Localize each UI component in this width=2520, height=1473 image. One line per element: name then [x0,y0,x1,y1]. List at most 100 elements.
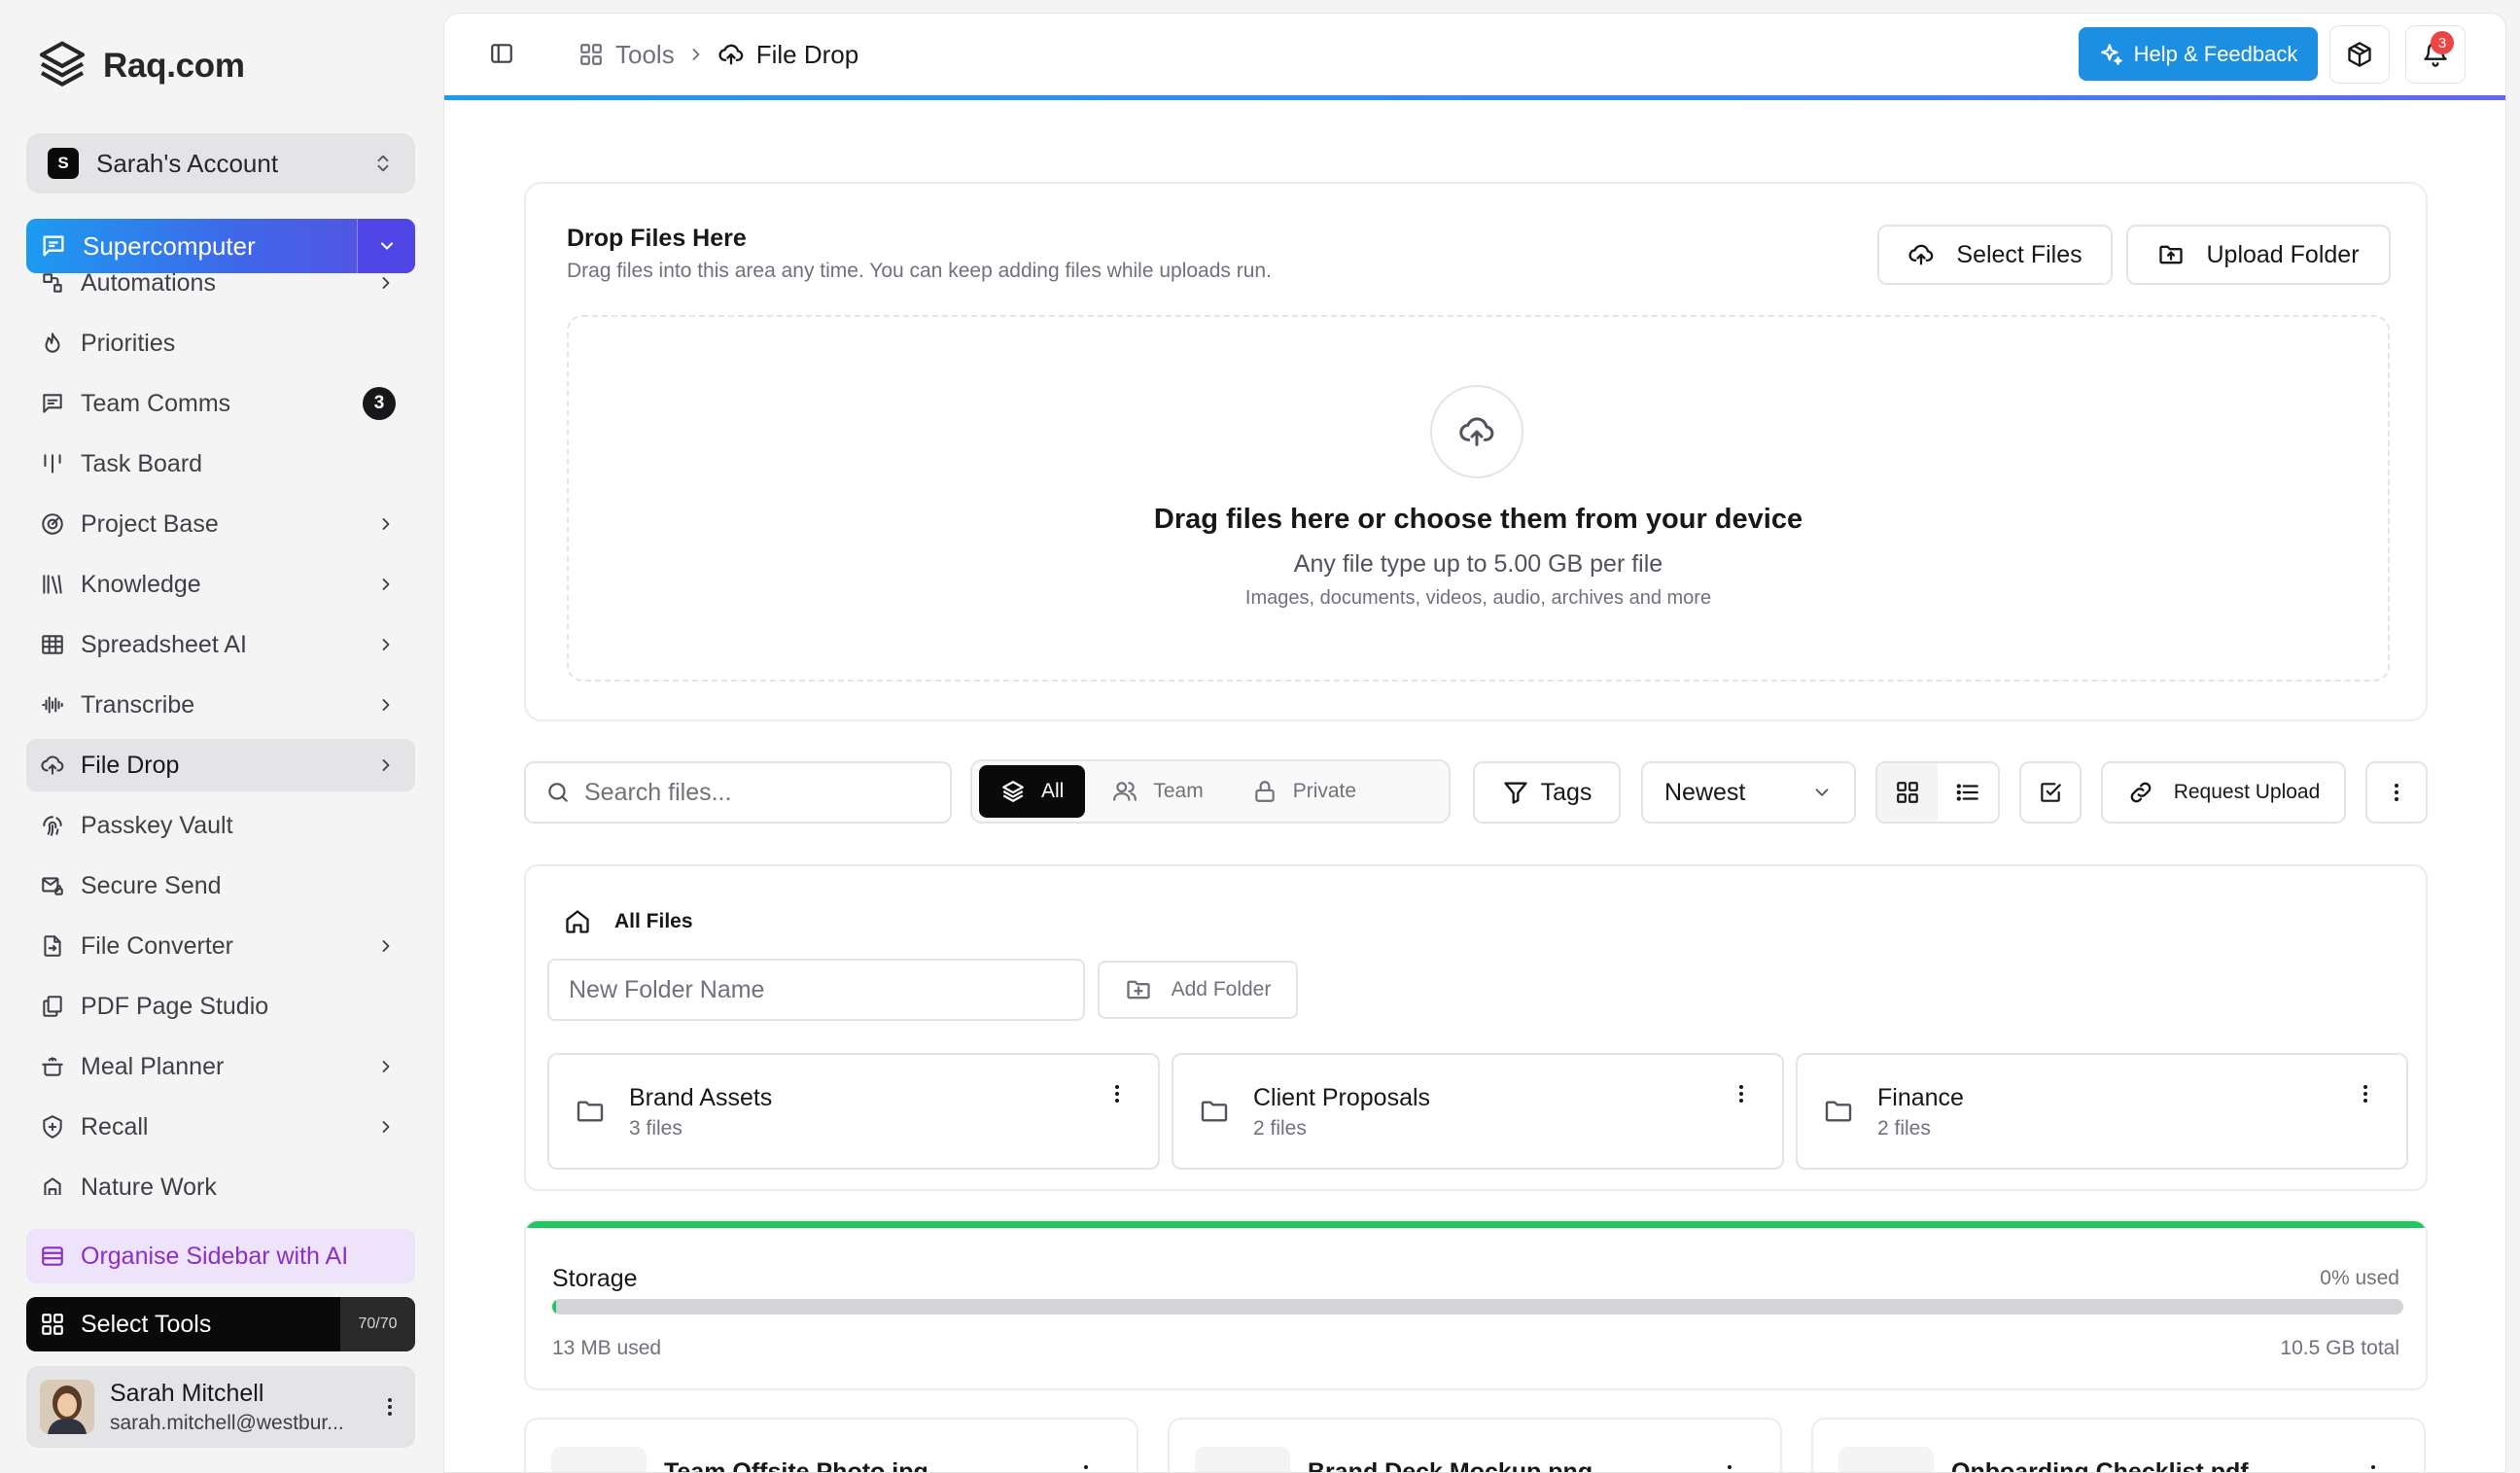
file-convert-icon [40,933,65,959]
sidebar-item-knowledge[interactable]: Knowledge [26,558,415,611]
sidebar-item-label: File Converter [81,931,233,960]
chevron-right-icon[interactable] [376,514,396,534]
sort-select[interactable]: Newest [1641,761,1856,824]
select-tools-label: Select Tools [81,1310,212,1338]
file-name: Onboarding Checklist.pdf [1951,1458,2249,1473]
more-vertical-icon[interactable] [378,1395,402,1419]
more-vertical-icon[interactable] [2354,1082,2377,1105]
add-folder-label: Add Folder [1171,978,1272,1000]
more-vertical-icon[interactable] [2362,1462,2385,1472]
filter-all[interactable]: All [979,765,1086,818]
visibility-filter: All Team Private [970,759,1451,824]
chevron-right-icon[interactable] [376,1117,396,1137]
library-icon [40,572,65,597]
sidebar-item-file-drop[interactable]: File Drop [26,739,415,791]
cloud-upload-icon [40,753,65,778]
sidebar-item-label: Transcribe [81,690,195,719]
folder-tile[interactable]: Client Proposals 2 files [1172,1053,1784,1170]
account-name: Sarah's Account [96,148,279,178]
tags-button[interactable]: Tags [1473,761,1621,824]
storage-card: Storage 0% used 13 MB used 10.5 GB total [524,1219,2428,1390]
drop-area[interactable]: Drag files here or choose them from your… [567,315,2390,682]
nature-icon [40,1175,65,1195]
user-profile-card[interactable]: Sarah Mitchell sarah.mitchell@westbur... [26,1366,415,1448]
supercomputer-button[interactable]: Supercomputer [26,219,415,273]
sidebar-item-transcribe[interactable]: Transcribe [26,679,415,731]
help-feedback-label: Help & Feedback [2133,41,2298,66]
sidebar-item-automations[interactable]: Automations [26,273,415,309]
storage-progress-fill [552,1299,556,1315]
cloud-upload-icon [1457,412,1496,451]
add-folder-button[interactable]: Add Folder [1098,961,1298,1019]
filter-team[interactable]: Team [1091,765,1224,818]
select-mode-button[interactable] [2019,761,2082,824]
chevron-right-icon[interactable] [376,273,396,293]
cooking-pot-icon [40,1054,65,1079]
more-vertical-icon[interactable] [1718,1462,1741,1472]
sidebar-toggle-icon[interactable] [489,41,514,66]
sidebar-item-spreadsheet-ai[interactable]: Spreadsheet AI [26,618,415,671]
upload-folder-button[interactable]: Upload Folder [2126,225,2391,285]
sidebar-item-project-base[interactable]: Project Base [26,498,415,550]
filter-private[interactable]: Private [1231,765,1378,818]
search-input[interactable] [584,778,934,807]
file-card[interactable]: Onboarding Checklist.pdf [1811,1418,2426,1473]
chevron-right-icon[interactable] [376,755,396,775]
folder-file-count: 3 files [629,1117,682,1140]
home-icon [564,908,591,935]
request-upload-button[interactable]: Request Upload [2101,761,2346,824]
select-tools-button[interactable]: Select Tools 70/70 [26,1297,415,1351]
more-vertical-icon[interactable] [1074,1462,1098,1472]
chevron-right-icon[interactable] [376,635,396,654]
sidebar-item-secure-send[interactable]: Secure Send [26,859,415,912]
chevron-right-icon[interactable] [376,575,396,594]
folder-tile[interactable]: Brand Assets 3 files [547,1053,1160,1170]
sidebar-item-meal-planner[interactable]: Meal Planner [26,1040,415,1093]
more-vertical-icon[interactable] [1105,1082,1129,1105]
new-folder-input[interactable] [569,975,1065,1004]
sidebar-item-file-converter[interactable]: File Converter [26,920,415,972]
chevron-right-icon[interactable] [376,1057,396,1076]
supercomputer-dropdown-button[interactable] [357,219,415,273]
supercomputer-main[interactable]: Supercomputer [26,219,357,273]
breadcrumb-tools[interactable]: Tools [578,40,675,70]
folder-breadcrumb[interactable]: All Files [564,908,693,935]
sidebar-item-nature-work[interactable]: Nature Work [26,1161,415,1195]
folder-plus-icon [1125,976,1152,1003]
sidebar-item-label: Nature Work [81,1173,217,1196]
notifications-button[interactable]: 3 [2405,25,2466,84]
list-view-button[interactable] [1938,763,1998,822]
package-button[interactable] [2329,25,2390,84]
sidebar-item-task-board[interactable]: Task Board [26,438,415,490]
folder-tile[interactable]: Finance 2 files [1796,1053,2408,1170]
sidebar-item-priorities[interactable]: Priorities [26,317,415,369]
sidebar-item-recall[interactable]: Recall [26,1101,415,1153]
view-toggle [1875,761,2000,824]
sidebar-item-passkey-vault[interactable]: Passkey Vault [26,799,415,852]
file-card[interactable]: Team Offsite Photo.jpg [524,1418,1138,1472]
file-thumbnail [551,1447,647,1472]
account-switcher[interactable]: S Sarah's Account [26,133,415,193]
storage-total: 10.5 GB total [2280,1337,2399,1359]
more-options-button[interactable] [2365,761,2428,824]
user-email: sarah.mitchell@westbur... [110,1411,344,1434]
search-icon [545,780,571,805]
more-vertical-icon[interactable] [1730,1082,1753,1105]
grid-view-button[interactable] [1877,763,1938,822]
sidebar-item-team-comms[interactable]: Team Comms 3 [26,377,415,430]
breadcrumb-current: File Drop [718,40,858,70]
select-files-button[interactable]: Select Files [1877,225,2113,285]
organise-sidebar-button[interactable]: Organise Sidebar with AI [26,1229,415,1283]
breadcrumb-tools-label: Tools [615,39,675,69]
organise-sidebar-label: Organise Sidebar with AI [81,1242,349,1270]
filter-private-label: Private [1292,780,1357,802]
file-card[interactable]: Brand Deck Mockup.png [1168,1418,1782,1472]
upload-circle [1430,385,1523,478]
sidebar-item-pdf-page-studio[interactable]: PDF Page Studio [26,980,415,1033]
brand-logo[interactable]: Raq.com [35,39,245,93]
help-feedback-button[interactable]: Help & Feedback [2079,27,2318,81]
link-icon [2127,779,2154,806]
chevron-right-icon[interactable] [376,695,396,715]
chevron-right-icon [686,45,706,64]
chevron-right-icon[interactable] [376,936,396,956]
